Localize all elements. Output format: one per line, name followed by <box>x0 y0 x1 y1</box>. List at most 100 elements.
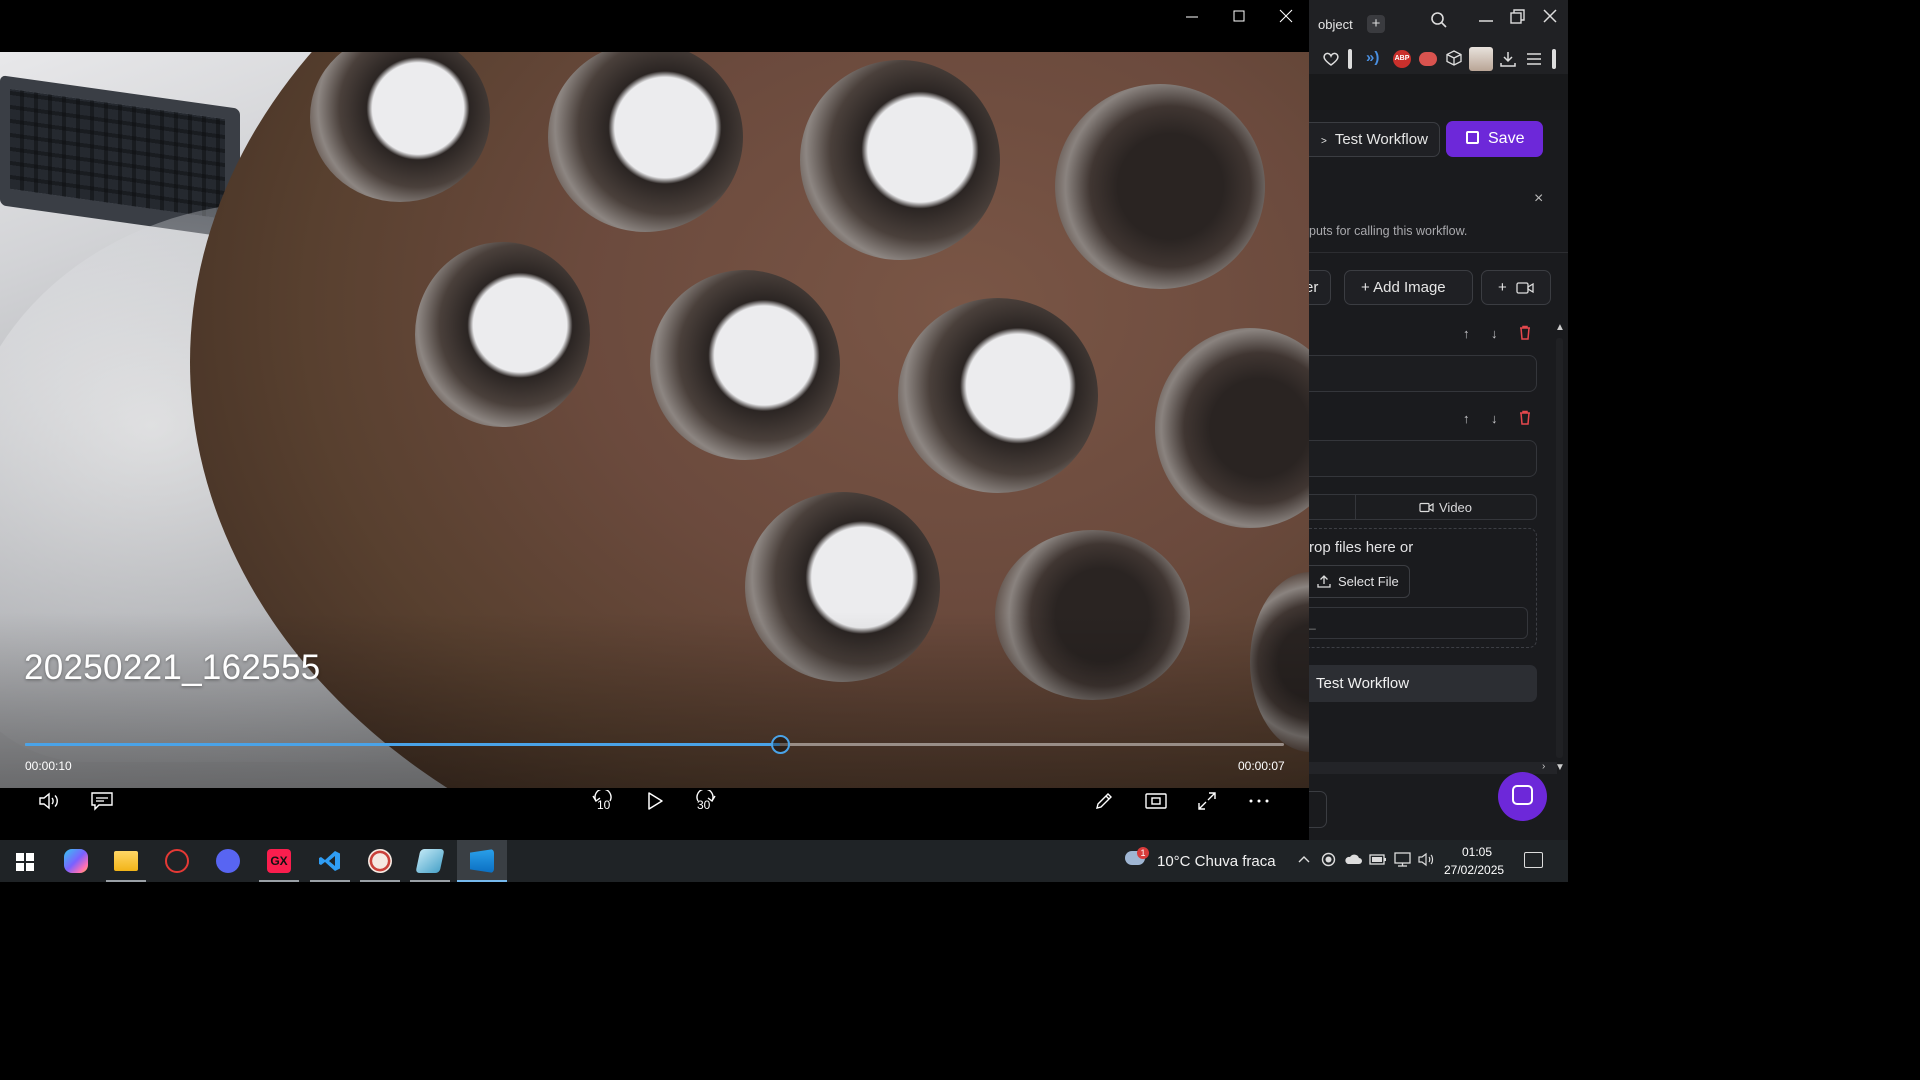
media-player-icon[interactable] <box>457 840 507 882</box>
save-button[interactable]: Save <box>1446 121 1543 157</box>
bottom-input[interactable] <box>1309 791 1327 828</box>
record-icon[interactable] <box>1321 852 1336 870</box>
play-icon <box>648 792 663 810</box>
test-workflow-run-button[interactable]: Test Workflow <box>1309 665 1537 702</box>
avatar[interactable] <box>1469 47 1493 71</box>
move-down-icon[interactable]: ↓ <box>1491 411 1498 426</box>
skip-back-button[interactable]: 10 <box>590 790 618 814</box>
tray-chevron-icon[interactable] <box>1297 852 1311 869</box>
add-image-button[interactable]: + Add Image <box>1344 270 1473 305</box>
discord-icon[interactable] <box>203 840 253 882</box>
play-icon: > <box>1321 136 1327 147</box>
clock-date[interactable]: 27/02/2025 <box>1444 863 1504 877</box>
blue-app-glyph <box>415 849 445 873</box>
save-label: Save <box>1488 130 1525 147</box>
vscode-glyph <box>319 851 340 871</box>
panel-description: puts for calling this workflow. <box>1309 224 1468 238</box>
play-button[interactable] <box>645 790 665 814</box>
chat-support-button[interactable] <box>1498 772 1547 821</box>
video-icon <box>1419 502 1434 513</box>
more-options-icon[interactable] <box>1248 790 1270 814</box>
skip-forward-button[interactable]: 30 <box>692 790 720 814</box>
move-up-icon[interactable]: ↑ <box>1463 411 1470 426</box>
browser-window: object + ») ABP > Test Workflow Save × p… <box>1303 0 1568 840</box>
wave-extension-icon[interactable]: ») <box>1366 49 1379 67</box>
network-icon[interactable] <box>1394 852 1412 870</box>
onedrive-icon[interactable] <box>1344 852 1362 869</box>
video-shade <box>0 612 1309 788</box>
vscode-icon[interactable] <box>305 840 355 882</box>
input-field[interactable] <box>1309 440 1537 477</box>
vertical-scrollbar[interactable] <box>1556 338 1563 758</box>
video-title: 20250221_162555 <box>24 648 321 687</box>
seek-bar[interactable] <box>25 735 1284 754</box>
running-indicator <box>360 880 400 882</box>
browser-tab[interactable]: object <box>1318 17 1353 32</box>
test-workflow-label: Test Workflow <box>1334 131 1428 148</box>
scroll-down-icon[interactable]: ▼ <box>1555 762 1565 773</box>
copilot-icon[interactable] <box>51 840 101 882</box>
opera-gx-icon[interactable]: GX <box>254 840 304 882</box>
test-workflow-button[interactable]: > Test Workflow <box>1309 122 1440 157</box>
running-indicator <box>410 880 450 882</box>
app-blue-icon[interactable] <box>405 840 455 882</box>
tab-separator <box>1355 495 1356 519</box>
maximize-icon[interactable] <box>1231 8 1247 29</box>
search-icon[interactable] <box>1430 11 1448 34</box>
media-player-glyph <box>470 849 494 873</box>
select-file-button[interactable]: Select File <box>1309 565 1410 598</box>
desktop: object + ») ABP > Test Workflow Save × p… <box>0 0 1568 882</box>
mini-player-icon[interactable] <box>1144 790 1168 814</box>
skip-forward-label: 30 <box>697 798 711 812</box>
extension-icon[interactable] <box>1419 52 1437 66</box>
close-icon[interactable] <box>1541 7 1559 30</box>
start-button[interactable] <box>0 840 50 882</box>
adblock-icon[interactable]: ABP <box>1393 50 1411 68</box>
downloads-icon[interactable] <box>1499 50 1517 73</box>
select-file-label: Select File <box>1338 574 1399 589</box>
plate-hole <box>650 270 840 460</box>
fullscreen-icon[interactable] <box>1196 790 1218 814</box>
battery-icon[interactable] <box>1369 852 1387 869</box>
delete-icon[interactable] <box>1518 410 1532 428</box>
weather-text[interactable]: 10°C Chuva fraca <box>1157 853 1276 870</box>
restore-icon[interactable] <box>1509 8 1527 31</box>
input-field[interactable] <box>1309 355 1537 392</box>
app-red-icon[interactable] <box>152 840 202 882</box>
speaker-icon[interactable] <box>1418 852 1434 870</box>
panel-close-icon[interactable]: × <box>1534 190 1543 208</box>
cube-icon[interactable] <box>1446 50 1462 71</box>
move-down-icon[interactable]: ↓ <box>1491 326 1498 341</box>
upload-icon <box>1317 575 1331 588</box>
heart-icon[interactable] <box>1322 50 1340 73</box>
move-up-icon[interactable]: ↑ <box>1463 326 1470 341</box>
pen-icon[interactable] <box>1093 790 1115 814</box>
page-header-area <box>1309 74 1568 110</box>
plate-hole <box>1055 84 1265 289</box>
scroll-up-icon[interactable]: ▲ <box>1555 322 1565 333</box>
mascot-glyph <box>368 849 392 873</box>
toolbar-separator <box>1348 49 1352 69</box>
tab-video-label: Video <box>1439 500 1473 515</box>
seek-progress <box>25 743 781 746</box>
notification-icon[interactable] <box>1524 852 1543 868</box>
media-player-window: 20250221_162555 00:00:10 00:00:07 10 30 <box>0 0 1309 840</box>
delete-icon[interactable] <box>1518 325 1532 343</box>
file-url-input[interactable]: _ <box>1309 607 1528 639</box>
tab-video[interactable]: Video <box>1419 500 1472 515</box>
toolbar-separator <box>1552 49 1556 69</box>
opera-gx-glyph: GX <box>267 849 291 873</box>
skip-back-label: 10 <box>597 798 611 812</box>
minimize-icon[interactable] <box>1477 9 1495 32</box>
add-video-button[interactable]: + <box>1481 270 1551 305</box>
scroll-right-icon[interactable]: › <box>1542 761 1545 772</box>
file-explorer-icon[interactable] <box>101 840 151 882</box>
volume-icon[interactable] <box>38 790 62 814</box>
menu-icon[interactable] <box>1525 50 1543 73</box>
minimize-icon[interactable] <box>1184 8 1200 29</box>
close-icon[interactable] <box>1278 8 1294 29</box>
new-tab-button[interactable]: + <box>1367 15 1385 33</box>
captions-icon[interactable] <box>90 790 114 814</box>
app-mascot-icon[interactable] <box>355 840 405 882</box>
clock-time[interactable]: 01:05 <box>1462 845 1492 859</box>
